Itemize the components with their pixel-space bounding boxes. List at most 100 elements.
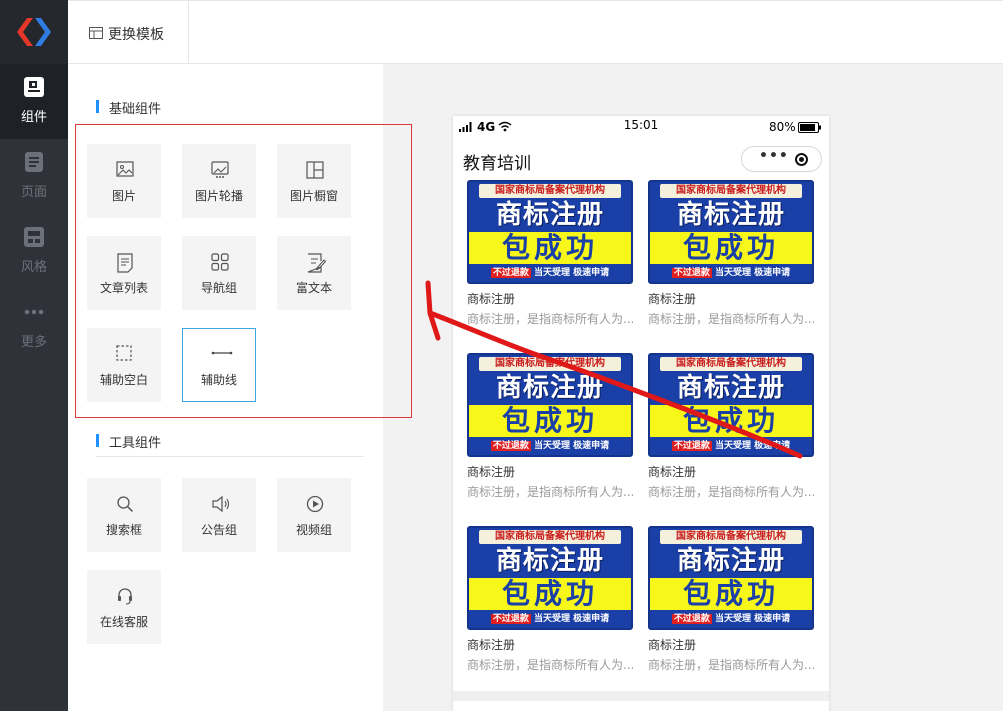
banner-tag: 当天受理 [714,268,751,278]
banner-bottom-text: 不过退款 当天受理 极速申请 [469,265,631,281]
page-icon [25,152,43,172]
nav-item-style[interactable]: 风格 [0,214,68,289]
nav-item-label: 页面 [20,185,47,200]
banner-tag: 极速申请 [754,614,791,624]
phone-bottom-divider [453,691,829,701]
product-description: 商标注册，是指商标所有人为... [648,312,814,326]
banner-tag: 极速申请 [754,441,791,451]
component-search[interactable]: 搜索框 [87,478,161,552]
component-icon [24,77,44,97]
component-label: 搜索框 [105,523,142,537]
mini-program-title: 教育培训 [463,154,531,174]
banner-tag: 极速申请 [754,268,791,278]
section-title: 基础组件 [109,102,162,117]
banner-main-text: 商标注册 [495,373,604,403]
product-banner-image: 国家商标局备案代理机构 商标注册 包成功 不过退款 当天受理 极速申请 [467,180,633,284]
component-announcement[interactable]: 公告组 [182,478,256,552]
banner-tag: 极速申请 [573,441,610,451]
banner-tag: 不过退款 [490,441,531,451]
more-menu-icon[interactable]: ••• [759,148,789,164]
product-name: 商标注册 [467,465,516,479]
product-banner-image: 国家商标局备案代理机构 商标注册 包成功 不过退款 当天受理 极速申请 [648,526,814,630]
battery-icon [798,122,821,133]
app-logo[interactable] [0,0,68,64]
banner-tag: 当天受理 [533,268,570,278]
banner-tag: 不过退款 [671,614,712,624]
banner-tag: 不过退款 [671,441,712,451]
nav-item-pages[interactable]: 页面 [0,139,68,214]
nav-item-more[interactable]: 更多 [0,289,68,364]
banner-tag: 不过退款 [671,268,712,278]
headset-icon [118,588,132,605]
product-banner-image: 国家商标局备案代理机构 商标注册 包成功 不过退款 当天受理 极速申请 [648,353,814,457]
product-card[interactable]: 国家商标局备案代理机构 商标注册 包成功 不过退款 当天受理 极速申请 商标注册 商标注册… [648,353,814,508]
nav-item-label: 风格 [20,260,47,275]
change-template-button[interactable]: 更换模板 [68,1,189,64]
product-description: 商标注册，是指商标所有人为... [648,658,814,672]
banner-highlight-text: 包成功 [469,232,631,264]
annotation-highlight-box [75,124,412,418]
banner-top-text: 国家商标局备案代理机构 [660,184,802,198]
close-target-icon[interactable] [795,153,808,166]
change-template-label: 更换模板 [108,27,164,43]
banner-top-text: 国家商标局备案代理机构 [479,184,621,198]
logo-icon [17,18,51,46]
component-label: 视频组 [295,523,332,537]
banner-top-text: 国家商标局备案代理机构 [660,357,802,371]
banner-tag: 极速申请 [573,268,610,278]
nav-item-label: 更多 [20,335,47,350]
product-description: 商标注册，是指商标所有人为... [467,485,633,499]
product-card[interactable]: 国家商标局备案代理机构 商标注册 包成功 不过退款 当天受理 极速申请 商标注册 商标注册… [648,526,814,681]
banner-highlight-text: 包成功 [650,578,812,610]
product-name: 商标注册 [648,292,697,306]
component-label: 公告组 [200,523,237,537]
banner-tag: 不过退款 [490,268,531,278]
battery-percent: 80% [769,120,796,134]
component-video[interactable]: 视频组 [277,478,351,552]
component-online-service[interactable]: 在线客服 [87,570,161,644]
banner-tag: 当天受理 [533,614,570,624]
banner-main-text: 商标注册 [676,546,785,576]
component-label: 在线客服 [99,615,148,629]
product-name: 商标注册 [467,638,516,652]
phone-preview: 4G 15:01 80% 教育培训 ••• 国家商标局备案代理机构 商标注册 包成功… [453,116,829,711]
section-title: 工具组件 [109,436,162,451]
product-description: 商标注册，是指商标所有人为... [467,658,633,672]
top-bar: 更换模板 [68,0,1003,64]
search-icon [117,496,134,513]
product-card[interactable]: 国家商标局备案代理机构 商标注册 包成功 不过退款 当天受理 极速申请 商标注册 商标注册… [467,526,633,681]
banner-highlight-text: 包成功 [650,405,812,437]
nav-item-components[interactable]: 组件 [0,64,68,139]
mini-program-capsule[interactable]: ••• [741,146,822,172]
banner-main-text: 商标注册 [495,200,604,230]
banner-main-text: 商标注册 [676,200,785,230]
product-description: 商标注册，是指商标所有人为... [467,312,633,326]
product-name: 商标注册 [648,465,697,479]
product-grid: 国家商标局备案代理机构 商标注册 包成功 不过退款 当天受理 极速申请 商标注册 商标注册… [453,180,829,690]
section-divider [96,456,364,457]
video-icon [306,495,324,513]
banner-highlight-text: 包成功 [650,232,812,264]
banner-tag: 当天受理 [533,441,570,451]
banner-bottom-text: 不过退款 当天受理 极速申请 [650,438,812,454]
banner-tag: 当天受理 [714,614,751,624]
banner-bottom-text: 不过退款 当天受理 极速申请 [650,265,812,281]
banner-tag: 极速申请 [573,614,610,624]
product-card[interactable]: 国家商标局备案代理机构 商标注册 包成功 不过退款 当天受理 极速申请 商标注册 商标注册… [467,353,633,508]
product-name: 商标注册 [648,638,697,652]
product-card[interactable]: 国家商标局备案代理机构 商标注册 包成功 不过退款 当天受理 极速申请 商标注册 商标注册… [467,180,633,335]
banner-bottom-text: 不过退款 当天受理 极速申请 [469,611,631,627]
product-banner-image: 国家商标局备案代理机构 商标注册 包成功 不过退款 当天受理 极速申请 [467,526,633,630]
phone-title-bar: 教育培训 ••• [453,144,829,176]
announcement-icon [212,495,230,513]
left-nav: 组件 页面 风格 更多 [0,0,68,711]
nav-item-label: 组件 [20,110,47,125]
heading-accent-bar [96,100,99,113]
product-card[interactable]: 国家商标局备案代理机构 商标注册 包成功 不过退款 当天受理 极速申请 商标注册 商标注册… [648,180,814,335]
template-icon [89,27,103,39]
banner-bottom-text: 不过退款 当天受理 极速申请 [469,438,631,454]
banner-top-text: 国家商标局备案代理机构 [479,530,621,544]
product-name: 商标注册 [467,292,516,306]
banner-main-text: 商标注册 [495,546,604,576]
banner-top-text: 国家商标局备案代理机构 [479,357,621,371]
